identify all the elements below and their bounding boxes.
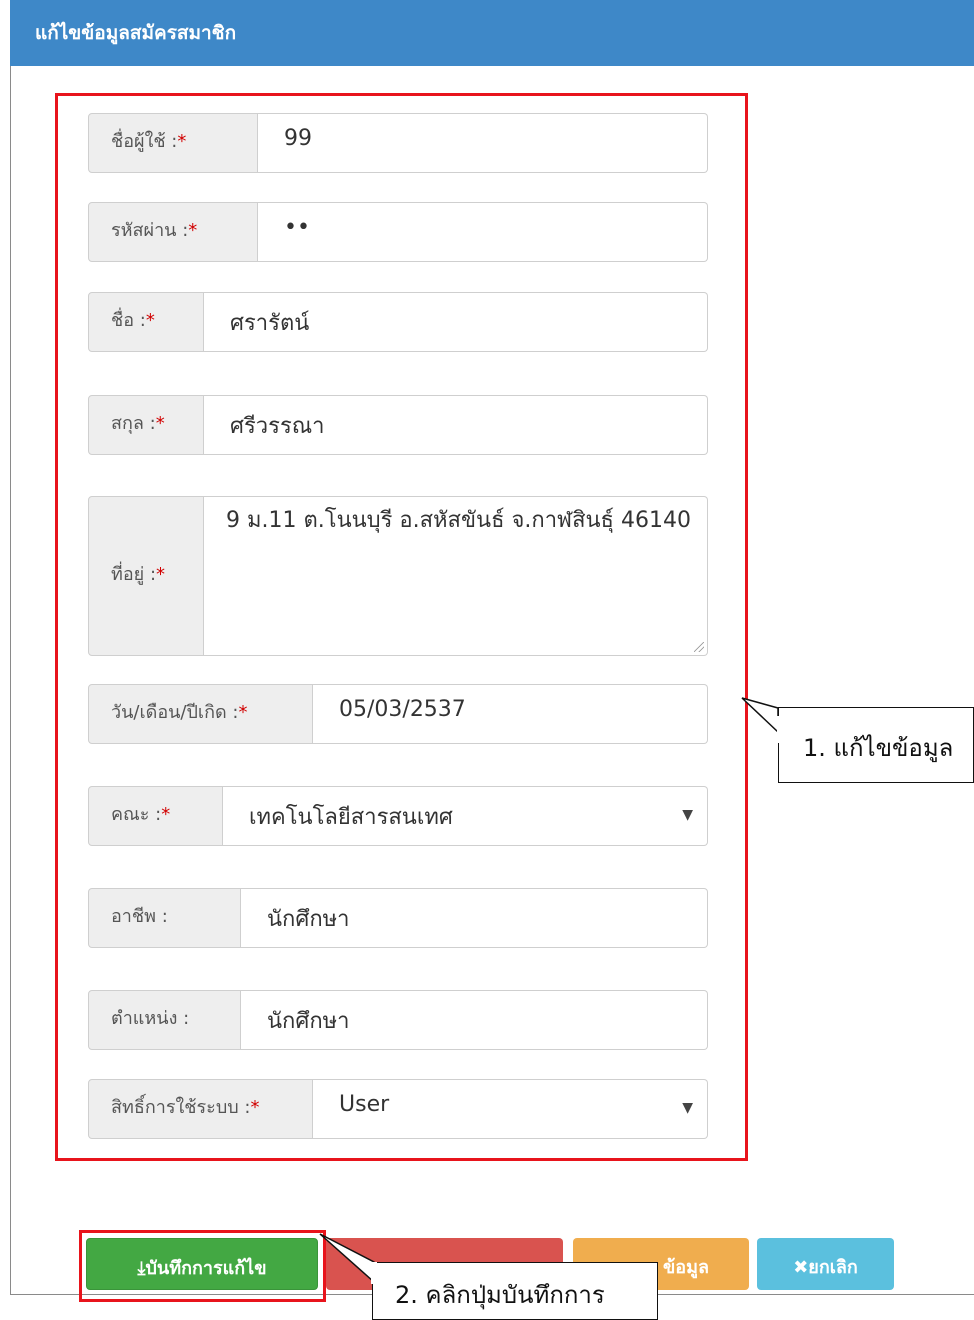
edit-button-label: ข้อมูล	[663, 1257, 710, 1278]
cancel-button[interactable]: ✖ยกเลิก	[757, 1238, 894, 1290]
save-button-highlight	[79, 1230, 326, 1302]
callout-pointer-mask	[777, 716, 783, 743]
callout-pointer-mask	[371, 1262, 377, 1284]
callout-edit-text: 1. แก้ไขข้อมูล	[803, 734, 954, 762]
callout-click-save: 2. คลิกปุ่มบันทึกการ	[372, 1262, 658, 1320]
modal-title: แก้ไขข้อมูลสมัครสมาชิก	[35, 22, 237, 44]
modal-header: แก้ไขข้อมูลสมัครสมาชิก	[10, 0, 974, 66]
callout-edit-data: 1. แก้ไขข้อมูล	[778, 707, 974, 783]
edit-form-highlight	[55, 93, 748, 1161]
close-icon: ✖	[793, 1257, 809, 1278]
callout-save-text: 2. คลิกปุ่มบันทึกการ	[395, 1281, 605, 1309]
